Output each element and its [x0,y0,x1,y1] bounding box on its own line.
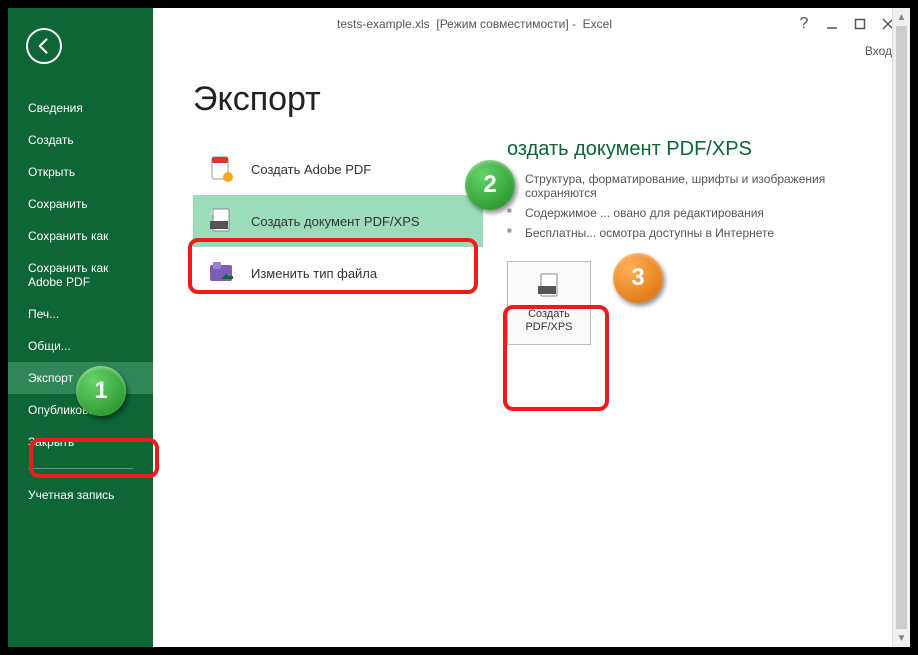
sign-in-link[interactable]: Вход [865,44,892,58]
callout-1: 1 [76,366,126,416]
sidebar-item-open[interactable]: Открыть [8,156,153,188]
change-type-icon [205,257,237,289]
backstage-sidebar: Сведения Создать Открыть Сохранить Сохра… [8,8,153,647]
detail-bullet: Структура, форматирование, шрифты и изоб… [507,169,880,203]
adobe-pdf-icon [205,153,237,185]
export-option-change-file-type[interactable]: Изменить тип файла [193,247,483,299]
arrow-left-icon [34,36,54,56]
sidebar-item-close[interactable]: Закрыть [8,426,153,458]
window-title: tests-example.xls [Режим совместимости] … [153,17,796,31]
detail-bullet: Содержимое ... овано для редактирования [507,203,880,223]
callout-2: 2 [465,160,515,210]
export-option-label: Изменить тип файла [251,266,377,281]
minimize-button[interactable] [824,16,840,32]
sidebar-item-save-adobe-pdf[interactable]: Сохранить как Adobe PDF [8,252,153,298]
scroll-down-icon[interactable]: ▼ [893,629,910,647]
export-detail-column: оздать документ PDF/XPS Структура, форма… [507,80,910,647]
export-option-label: Создать Adobe PDF [251,162,371,177]
sidebar-item-save[interactable]: Сохранить [8,188,153,220]
page-title: Экспорт [193,80,483,119]
title-mode: [Режим совместимости] [436,17,568,31]
scroll-thumb[interactable] [896,26,907,629]
scroll-up-icon[interactable]: ▲ [893,8,910,26]
detail-title: оздать документ PDF/XPS [507,138,880,161]
help-button[interactable]: ? [796,16,812,32]
pdf-xps-icon [534,272,564,302]
export-option-pdf-xps[interactable]: Создать документ PDF/XPS [193,195,483,247]
title-appname: Excel [583,17,612,31]
maximize-button[interactable] [852,16,868,32]
detail-bullets: Структура, форматирование, шрифты и изоб… [507,169,880,243]
content-area: tests-example.xls [Режим совместимости] … [153,8,910,647]
export-option-label: Создать документ PDF/XPS [251,214,420,229]
titlebar: tests-example.xls [Режим совместимости] … [153,8,910,40]
pdf-xps-icon [205,205,237,237]
sidebar-item-save-as[interactable]: Сохранить как [8,220,153,252]
sidebar-separator [28,468,133,469]
callout-3: 3 [613,253,663,303]
export-option-adobe-pdf[interactable]: Создать Adobe PDF [193,143,483,195]
vertical-scrollbar[interactable]: ▲ ▼ [892,8,910,647]
back-button[interactable] [26,28,62,64]
create-button-label: Создать PDF/XPS [508,308,590,334]
create-pdf-xps-button[interactable]: Создать PDF/XPS [507,261,591,345]
sidebar-item-account[interactable]: Учетная запись [8,479,153,511]
sidebar-item-new[interactable]: Создать [8,124,153,156]
export-options-column: Экспорт Создать Adobe PDF Создать докуме… [193,80,483,647]
title-filename: tests-example.xls [337,17,430,31]
sidebar-item-info[interactable]: Сведения [8,92,153,124]
detail-bullet: Бесплатны... осмотра доступны в Интернет… [507,223,880,243]
sidebar-item-share[interactable]: Общи... [8,330,153,362]
sidebar-item-print[interactable]: Печ... [8,298,153,330]
